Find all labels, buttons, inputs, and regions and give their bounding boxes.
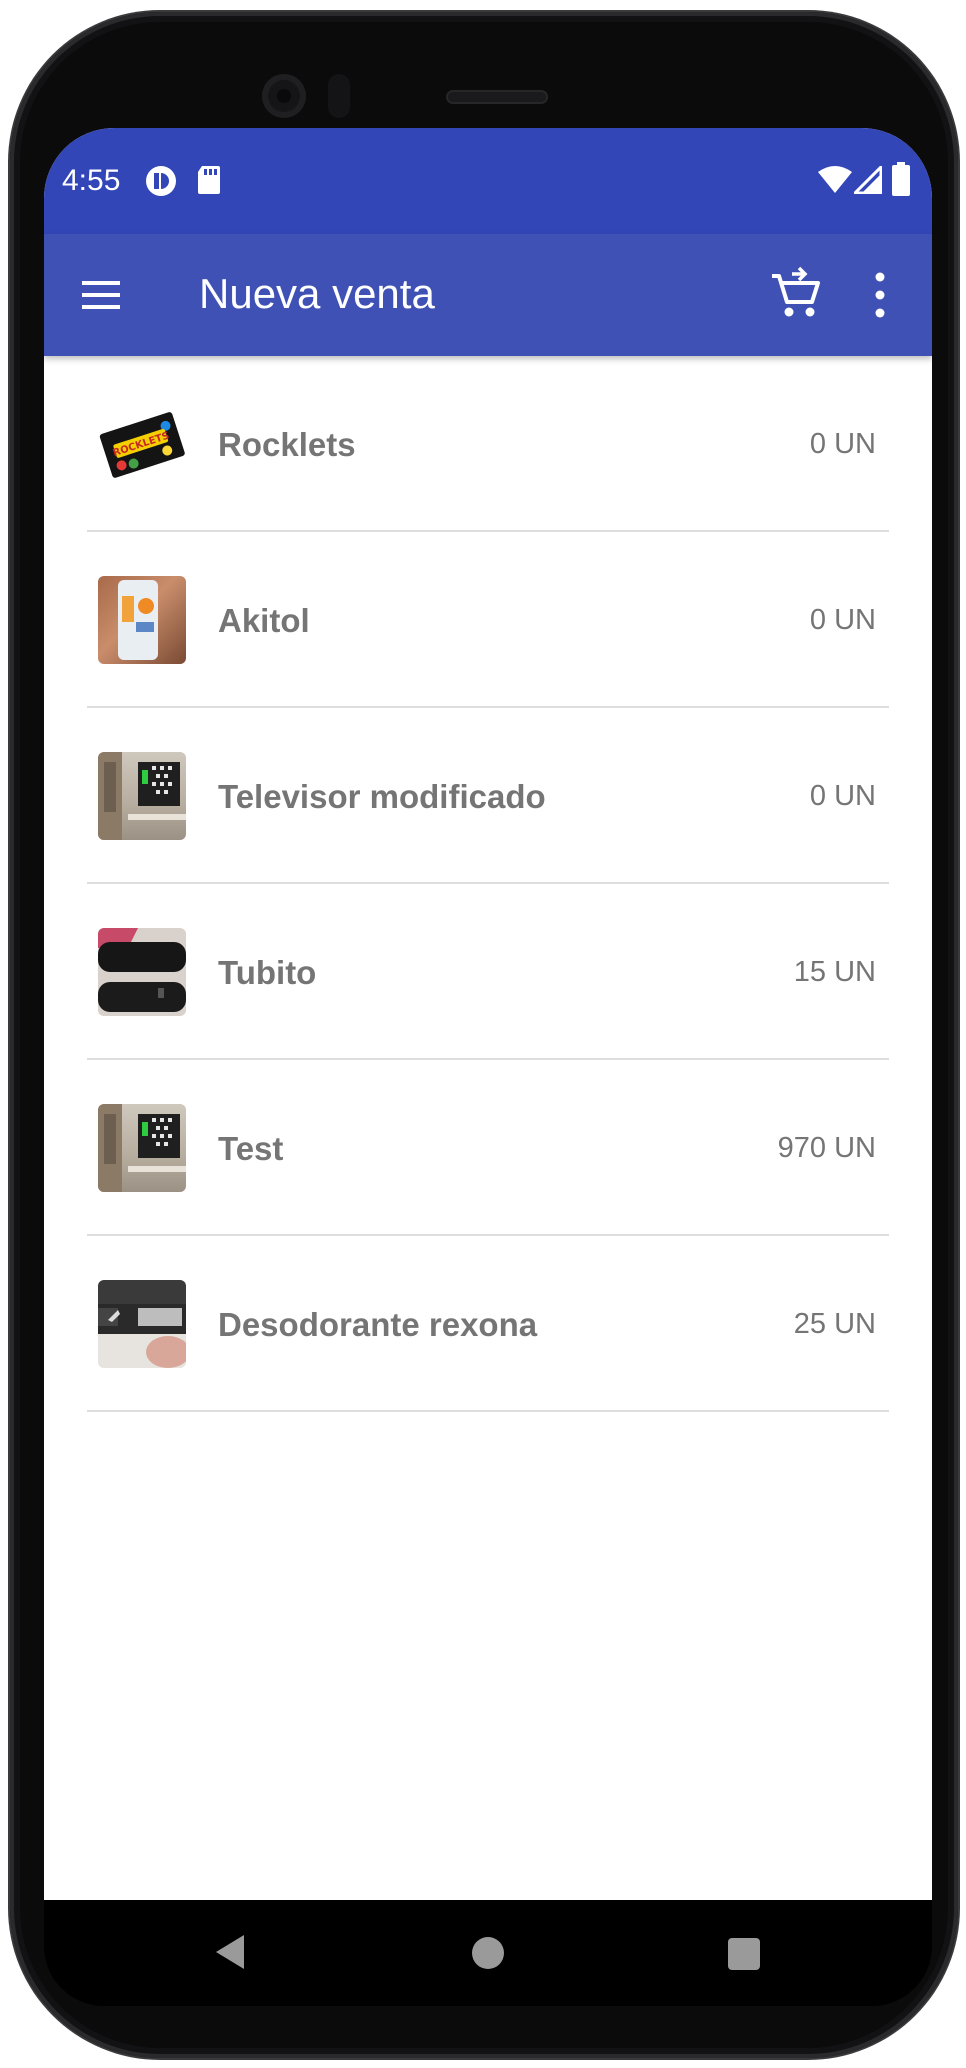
list-item[interactable]: Akitol 0 UN [44, 532, 932, 708]
list-item[interactable]: Test 970 UN [44, 1060, 932, 1236]
product-quantity: 0 UN [809, 780, 876, 812]
sd-card-icon [198, 166, 220, 194]
product-list: ROCKLETS Rocklets 0 UN Akitol 0 UN Telev… [44, 356, 932, 1412]
page-title: Nueva venta [199, 270, 435, 317]
cell-signal-icon [854, 166, 882, 194]
list-item[interactable]: Televisor modificado 0 UN [44, 708, 932, 884]
add-to-cart-icon[interactable] [766, 264, 824, 322]
product-name: Desodorante rexona [218, 1306, 538, 1343]
notification-app-icon [146, 166, 176, 196]
televisor-image [98, 752, 186, 840]
front-camera [262, 74, 306, 118]
akitol-image [98, 576, 186, 664]
product-quantity: 15 UN [793, 956, 876, 988]
status-bar: 4:55 [44, 128, 932, 234]
product-quantity: 25 UN [793, 1308, 876, 1340]
status-time: 4:55 [62, 164, 121, 197]
product-name: Rocklets [218, 426, 356, 463]
rexona-image [98, 1280, 186, 1368]
product-name: Tubito [218, 954, 317, 991]
list-item[interactable]: ROCKLETS Rocklets 0 UN [44, 356, 932, 532]
list-item[interactable]: Tubito 15 UN [44, 884, 932, 1060]
wifi-icon [818, 166, 852, 193]
app-bar: Nueva venta [44, 234, 932, 356]
product-quantity: 970 UN [777, 1132, 876, 1164]
product-name: Test [218, 1130, 284, 1167]
test-image [98, 1104, 186, 1192]
product-name: Televisor modificado [218, 778, 546, 815]
navigation-bar [44, 1900, 932, 2006]
product-quantity: 0 UN [809, 604, 876, 636]
tubito-image [98, 928, 186, 1016]
product-name: Akitol [218, 602, 310, 639]
battery-icon [892, 162, 910, 196]
earpiece-speaker [446, 90, 548, 104]
screen: 4:55 Nueva venta ROCKLETS Rocklets 0 UN … [44, 128, 932, 1900]
list-item[interactable]: Desodorante rexona 25 UN [44, 1236, 932, 1412]
back-icon[interactable] [214, 1933, 246, 1971]
recents-icon[interactable] [728, 1938, 760, 1970]
menu-icon[interactable] [76, 270, 126, 320]
more-vert-icon[interactable] [870, 268, 890, 322]
proximity-sensor [328, 74, 350, 118]
rocklets-image: ROCKLETS [98, 400, 186, 488]
product-quantity: 0 UN [809, 428, 876, 460]
home-icon[interactable] [472, 1937, 504, 1969]
